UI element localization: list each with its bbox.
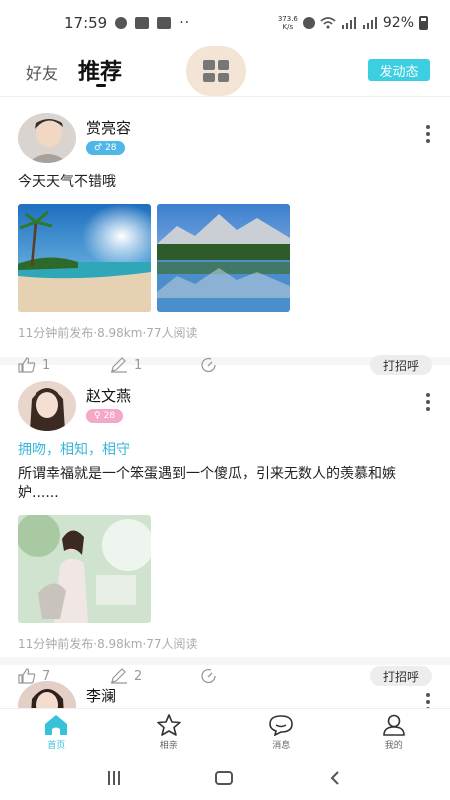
username[interactable]: 赏亮容: [86, 117, 131, 138]
feed[interactable]: 赏亮容 ♂ 28 今天天气不错哦 11分钟前发布·8.98km·77人阅读 1 …: [0, 96, 450, 708]
post-tagline: 拥吻，相知，相守: [18, 442, 130, 458]
avatar[interactable]: [18, 113, 76, 163]
alarm-icon: [302, 17, 315, 29]
grid-menu-button[interactable]: [186, 46, 246, 96]
age: 28: [105, 143, 117, 153]
message-notification-icon: [135, 17, 150, 29]
signal-icon-2: [362, 17, 377, 29]
more-options-icon[interactable]: [426, 125, 430, 143]
nav-home-label: 首页: [47, 741, 66, 751]
nav-messages-label: 消息: [272, 741, 291, 751]
avatar[interactable]: [18, 381, 76, 431]
bottom-navigation: 首页 相亲 消息 我的: [0, 708, 450, 756]
username[interactable]: 李澜: [86, 685, 116, 706]
post-image-beach[interactable]: [18, 204, 151, 312]
post-header: 赏亮容 ♂ 28: [18, 113, 432, 165]
weather-icon: [115, 17, 128, 29]
network-speed-value: 373.6: [277, 15, 298, 23]
post-text: 今天天气不错哦: [18, 174, 116, 190]
nav-match[interactable]: 相亲: [113, 709, 226, 756]
post-meta: 11分钟前发布·8.98km·77人阅读: [18, 637, 198, 651]
post-image-portrait[interactable]: [18, 515, 151, 623]
post-moment-button[interactable]: 发动态: [368, 59, 430, 81]
status-time: 17:59: [64, 14, 108, 32]
top-navigation: 好友 推荐 发动态: [0, 46, 450, 96]
gender-age-badge: ♀ 28: [86, 409, 124, 423]
post-meta: 11分钟前发布·8.98km·77人阅读: [18, 326, 198, 340]
username[interactable]: 赵文燕: [86, 385, 131, 406]
nav-mine-label: 我的: [384, 741, 403, 751]
post-text: 所谓幸福就是一个笨蛋遇到一个傻瓜，引来无数人的羡慕和嫉妒......: [18, 466, 396, 501]
nav-match-label: 相亲: [159, 741, 178, 751]
battery-icon: [419, 16, 428, 30]
nav-messages[interactable]: 消息: [225, 709, 338, 756]
chat-bubble-icon: [269, 715, 294, 736]
star-icon: [156, 714, 181, 736]
post-header: 赵文燕 ♀ 28: [18, 381, 432, 433]
active-tab-indicator: [96, 84, 106, 87]
avatar[interactable]: [18, 681, 76, 708]
network-speed-unit: K/s: [282, 23, 294, 31]
post-images: [18, 204, 432, 312]
system-navigation: [0, 756, 450, 800]
more-options-icon[interactable]: [426, 693, 430, 708]
male-icon: ♂: [94, 143, 103, 153]
home-icon: [45, 715, 68, 735]
more-options-icon[interactable]: [426, 393, 430, 411]
network-speed: 373.6 K/s: [278, 15, 298, 31]
recent-apps-button[interactable]: [107, 771, 120, 785]
nav-home[interactable]: 首页: [0, 709, 113, 756]
battery-percent: 92%: [382, 15, 414, 31]
nav-mine[interactable]: 我的: [338, 709, 450, 756]
grid-icon: [203, 60, 229, 82]
tab-friends[interactable]: 好友: [26, 60, 58, 84]
post-images: [18, 515, 432, 623]
post-image-mountain-lake[interactable]: [157, 204, 290, 312]
user-icon: [382, 714, 405, 736]
shopping-notification-icon: [157, 17, 172, 29]
female-icon: ♀: [94, 411, 101, 421]
tab-recommend[interactable]: 推荐: [78, 54, 122, 86]
back-button[interactable]: [328, 770, 342, 786]
more-notifications-icon: ··: [179, 15, 191, 31]
feed-post: 赏亮容 ♂ 28 今天天气不错哦 11分钟前发布·8.98km·77人阅读 1 …: [0, 97, 450, 375]
gender-age-badge: ♂ 28: [86, 141, 125, 155]
wifi-icon: [320, 17, 336, 29]
signal-icon: [341, 17, 356, 29]
status-bar: 17:59 ·· 373.6 K/s 92%: [0, 0, 450, 46]
feed-post: 赵文燕 ♀ 28 拥吻，相知，相守 所谓幸福就是一个笨蛋遇到一个傻瓜，引来无数人…: [0, 365, 450, 686]
age: 28: [103, 411, 116, 421]
home-button[interactable]: [214, 771, 233, 785]
post-header: 李澜: [18, 681, 432, 708]
feed-post: 李澜: [0, 665, 450, 708]
